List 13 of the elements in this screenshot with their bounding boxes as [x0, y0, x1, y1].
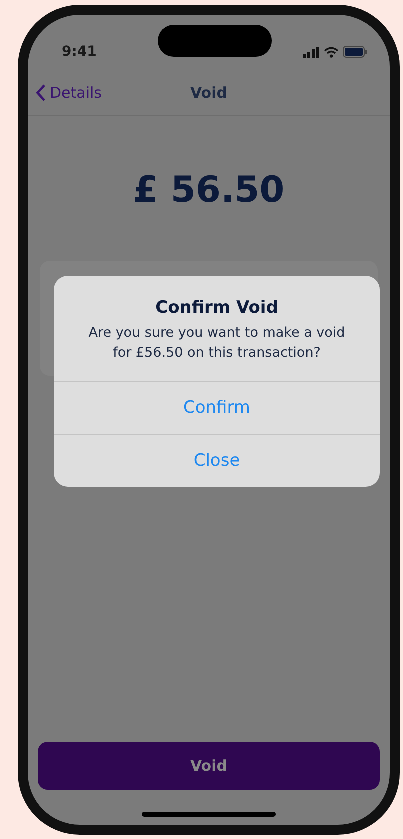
wifi-icon: [324, 46, 339, 58]
battery-icon: [343, 46, 368, 58]
chevron-left-icon: [36, 84, 46, 102]
back-button[interactable]: Details: [36, 84, 102, 102]
void-button[interactable]: Void: [38, 742, 380, 790]
amount-text: £ 56.50: [133, 170, 285, 211]
dialog-action-button[interactable]: Close: [54, 434, 380, 488]
dialog-action-button[interactable]: Confirm: [54, 381, 380, 434]
status-time: 9:41: [62, 44, 97, 60]
signal-icon: [303, 46, 320, 58]
dialog-title: Confirm Void: [154, 298, 280, 318]
screen-title: Void: [190, 84, 228, 102]
dialog-message: Are you sure you want to make a void for £56.50 on this transaction?: [88, 324, 346, 363]
